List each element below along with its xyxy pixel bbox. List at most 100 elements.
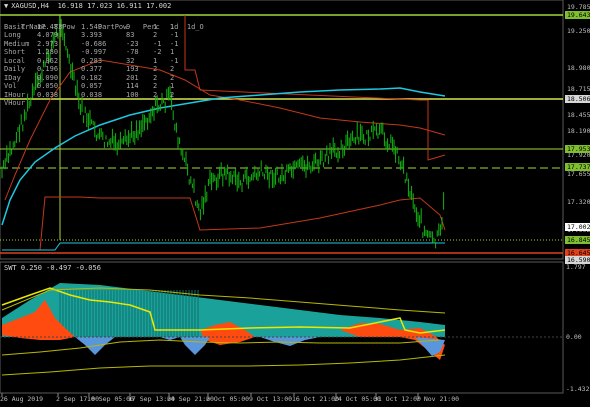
price-axis-label: 17.320 bbox=[567, 198, 590, 206]
table-row: Local 0.862 0.283 32 1 -1 bbox=[4, 57, 203, 66]
table-cell: 2 bbox=[153, 65, 158, 73]
osc-blue-area bbox=[260, 337, 320, 346]
oscillator-title: SWT 0.250 -0.497 -0.056 bbox=[4, 264, 101, 272]
table-cell: 2 bbox=[153, 82, 158, 90]
table-cell: 2 bbox=[153, 73, 158, 82]
table-cell: 0.050 bbox=[37, 82, 59, 90]
table-cell: 0.182 bbox=[81, 73, 103, 82]
time-axis-label: 31 Oct 12:00 bbox=[374, 395, 421, 403]
table-cell: 1 bbox=[170, 22, 175, 31]
table-cell: 2 bbox=[153, 31, 158, 39]
osc-axis-top: 1.797 bbox=[566, 263, 586, 271]
price-axis-label: 17.655 bbox=[567, 170, 590, 178]
table-cell: 2 bbox=[170, 73, 175, 82]
table-row: VHour bbox=[4, 99, 203, 108]
table-cell: 83 bbox=[126, 31, 135, 39]
table-cell: -1 bbox=[170, 31, 179, 39]
price-tag: 16.845 bbox=[565, 236, 590, 244]
table-cell: 0.283 bbox=[81, 56, 103, 65]
table-row: IHour 0.038 0.038 100 2 2 bbox=[4, 91, 203, 100]
table-cell: 1 bbox=[170, 82, 175, 90]
time-axis-label: 10 Sep 05:00 bbox=[87, 395, 134, 403]
osc-axis-zero: 0.00 bbox=[566, 333, 582, 341]
price-axis-label: 19.785 bbox=[567, 3, 590, 11]
dropdown-triangle-icon[interactable]: ▼ bbox=[4, 2, 8, 10]
table-cell: Vol bbox=[4, 82, 17, 90]
table-cell: Local bbox=[4, 56, 26, 65]
table-row: Basic 17.483 1.549 9 1 1 bbox=[4, 23, 203, 32]
time-axis-label: 9 Oct 13:00 bbox=[249, 395, 293, 403]
table-cell: IDay bbox=[4, 73, 21, 82]
red-step-line bbox=[184, 15, 446, 161]
osc-blue-area bbox=[60, 337, 115, 355]
table-cell: 17.483 bbox=[37, 22, 63, 31]
price-axis-label: 18.980 bbox=[567, 64, 590, 72]
symbol-line: XAGUSD,H4 16.918 17.023 16.911 17.002 bbox=[11, 2, 172, 10]
table-cell: 0.038 bbox=[81, 90, 103, 99]
trend-table: TrName TrPow PartPow Perc 1d 1d_O Basic 17.483… bbox=[4, 14, 204, 108]
table-cell: IHour bbox=[4, 90, 26, 99]
time-axis-label: 16 Oct 21:00 bbox=[292, 395, 339, 403]
table-row: Daily 0.196 0.377 193 2 2 bbox=[4, 65, 203, 74]
osc-lower-band bbox=[1, 354, 446, 376]
table-cell: 0.377 bbox=[81, 65, 103, 73]
table-cell: 0.038 bbox=[37, 90, 59, 99]
table-cell: Short bbox=[4, 48, 26, 56]
price-axis-label: 18.455 bbox=[567, 111, 590, 119]
table-cell: 1 bbox=[170, 48, 175, 56]
table-cell: 201 bbox=[126, 73, 139, 82]
table-cell: -78 bbox=[126, 48, 139, 56]
price-tag: 17.002 bbox=[565, 223, 590, 231]
table-row: Vol 0.050 0.057 114 2 1 bbox=[4, 82, 203, 91]
table-cell: 0.196 bbox=[37, 65, 59, 73]
time-axis-label: 2 Oct 05:00 bbox=[206, 395, 250, 403]
table-cell: 1.280 bbox=[37, 48, 59, 56]
table-cell: VHour bbox=[4, 99, 26, 107]
table-cell: 2 bbox=[170, 90, 175, 99]
table-cell: 193 bbox=[126, 65, 139, 73]
osc-axis-bottom: -1.432 bbox=[566, 385, 590, 393]
table-header-row: TrName TrPow PartPow Perc 1d 1d_O bbox=[4, 14, 204, 31]
table-cell: 0.862 bbox=[37, 56, 59, 65]
table-cell: Basic bbox=[4, 22, 26, 31]
table-cell: 2 bbox=[170, 65, 175, 73]
table-cell: -0.997 bbox=[81, 48, 107, 56]
cyan-base-line bbox=[2, 242, 445, 251]
cyan-moving-average bbox=[1, 87, 446, 226]
table-cell: 32 bbox=[126, 56, 135, 65]
price-tag: 18.506 bbox=[565, 95, 590, 103]
red-stop-line bbox=[10, 196, 446, 251]
table-cell: 0.090 bbox=[37, 73, 59, 82]
table-row: IDay 0.090 0.182 201 2 2 bbox=[4, 74, 203, 83]
table-cell: -2 bbox=[153, 48, 162, 56]
table-row: Short 1.280 -0.997 -78 -2 1 bbox=[4, 48, 203, 57]
table-cell: Long bbox=[4, 31, 21, 39]
osc-yellow-slow bbox=[1, 339, 441, 356]
table-cell: Daily bbox=[4, 65, 26, 73]
table-cell: 2.973 bbox=[37, 39, 59, 48]
table-cell: 0.057 bbox=[81, 82, 103, 90]
table-row: Medium 2.973 -0.686 -23 -1 -1 bbox=[4, 40, 203, 49]
table-cell: -0.686 bbox=[81, 39, 107, 48]
table-cell: 1 bbox=[153, 22, 158, 31]
table-cell: 9 bbox=[126, 22, 131, 31]
col-header: 1d_O bbox=[186, 22, 204, 31]
table-cell: 114 bbox=[126, 82, 139, 90]
table-cell: 2 bbox=[153, 90, 158, 99]
table-cell: -1 bbox=[153, 39, 162, 48]
table-cell: 1 bbox=[153, 56, 158, 65]
price-tag: 17.953 bbox=[565, 145, 590, 153]
table-cell: -1 bbox=[170, 56, 179, 65]
table-cell: -23 bbox=[126, 39, 139, 48]
price-axis-label: 18.190 bbox=[567, 127, 590, 135]
table-row: Long 4.079 3.393 83 2 -1 bbox=[4, 31, 203, 40]
time-axis-label: 7 Nov 21:00 bbox=[416, 395, 460, 403]
price-tag: 19.643 bbox=[565, 11, 590, 19]
table-cell: 100 bbox=[126, 90, 139, 99]
table-cell: -1 bbox=[170, 39, 179, 48]
price-tag: 17.737 bbox=[565, 163, 590, 171]
table-cell: 3.393 bbox=[81, 31, 103, 39]
table-cell: Medium bbox=[4, 39, 30, 48]
time-axis-label: 26 Aug 2019 bbox=[0, 395, 44, 403]
chart-header: ▼ XAGUSD,H4 16.918 17.023 16.911 17.002 bbox=[4, 2, 171, 10]
